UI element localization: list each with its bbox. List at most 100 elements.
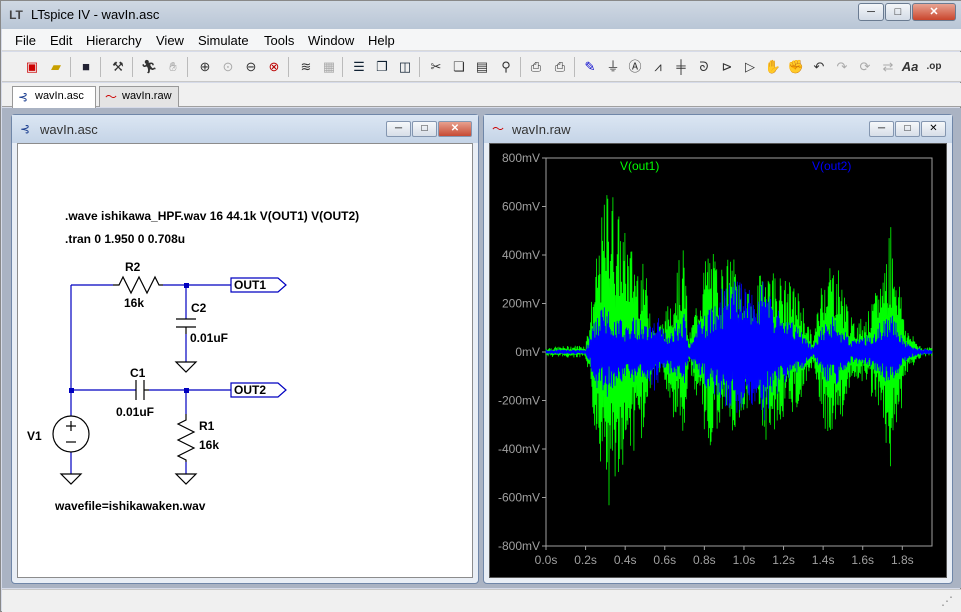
autorange-icon[interactable]: ≋	[296, 57, 316, 77]
spice-directive-icon[interactable]: .op	[924, 57, 944, 77]
zoom-out-icon[interactable]: ⊖	[241, 57, 261, 77]
waveform-titlebar[interactable]: 〜 wavIn.raw ─ □ ✕	[484, 115, 952, 143]
minimize-button[interactable]: ─	[869, 121, 894, 137]
run-icon[interactable]: 🏃︎	[139, 57, 159, 77]
tab-label: wavIn.raw	[122, 90, 172, 102]
label-net-icon[interactable]: Ⓐ	[625, 57, 645, 77]
y-tick-label: 0mV	[515, 345, 540, 359]
cut-icon[interactable]: ✂	[426, 57, 446, 77]
print-setup-icon[interactable]: ⎙	[526, 57, 546, 77]
y-tick-label: -400mV	[498, 442, 540, 456]
junction-dot	[184, 283, 189, 288]
control-panel-icon[interactable]: ⚒	[108, 57, 128, 77]
rotate-icon[interactable]: ⟳	[855, 57, 875, 77]
menu-edit[interactable]: Edit	[50, 33, 72, 48]
net-label-out2: OUT2	[234, 383, 266, 397]
x-tick-label: 1.6s	[851, 553, 874, 567]
close-button[interactable]: ✕	[438, 121, 472, 137]
schematic-titlebar[interactable]: ⊰ wavIn.asc ─ □ ✕	[12, 115, 478, 143]
maximize-button[interactable]: □	[412, 121, 437, 137]
y-tick-label: -800mV	[498, 539, 540, 553]
x-tick-label: 0.4s	[614, 553, 637, 567]
waveform-plot-pane[interactable]: 800mV 600mV 400mV 200mV 0mV -200mV -400mV -600m…	[489, 143, 947, 578]
resistor-r2-symbol	[113, 275, 163, 295]
y-tick-label: 600mV	[502, 200, 540, 214]
ground-symbol	[174, 361, 198, 373]
mirror-icon[interactable]: ⇄	[878, 57, 898, 77]
undo-icon[interactable]: ↶	[809, 57, 829, 77]
copy-icon[interactable]: ❏	[449, 57, 469, 77]
menu-window[interactable]: Window	[308, 33, 354, 48]
legend-entry: V(out2)	[812, 159, 851, 173]
tile-horizontal-icon[interactable]: ☰	[349, 57, 369, 77]
tab-schematic[interactable]: ⊰ wavIn.asc	[12, 86, 96, 108]
schematic-icon: ⊰	[20, 122, 31, 136]
menu-simulate[interactable]: Simulate	[198, 33, 249, 48]
menu-file[interactable]: File	[15, 33, 36, 48]
resistor-icon[interactable]: ⩘	[648, 57, 668, 77]
maximize-button[interactable]: □	[885, 3, 911, 21]
close-button[interactable]: ✕	[921, 121, 946, 137]
grid-icon[interactable]: ▦	[319, 57, 339, 77]
net-label-out1: OUT1	[234, 278, 266, 292]
schematic-icon: ⊰	[18, 90, 29, 104]
ground-icon[interactable]: ⏚	[603, 57, 623, 77]
draw-wire-icon[interactable]: ✎	[580, 57, 600, 77]
v1-name: V1	[27, 429, 42, 443]
resistor-r1-symbol	[176, 414, 196, 462]
move-icon[interactable]: ✋	[763, 57, 783, 77]
resize-grip-icon: ⋰	[941, 594, 953, 608]
close-button[interactable]: ✕	[912, 3, 956, 21]
maximize-button[interactable]: □	[895, 121, 920, 137]
inductor-icon[interactable]: ᘐ	[694, 57, 714, 77]
menu-help[interactable]: Help	[368, 33, 395, 48]
menu-hierarchy[interactable]: Hierarchy	[86, 33, 142, 48]
paste-icon[interactable]: ▤	[472, 57, 492, 77]
x-tick-label: 1.4s	[812, 553, 835, 567]
print-icon[interactable]: ⎙	[550, 57, 570, 77]
window-title: LTspice IV - wavIn.asc	[31, 7, 160, 22]
waveform-window: 〜 wavIn.raw ─ □ ✕ 800mV 600mV 400mV 200mV 0m…	[483, 114, 953, 584]
c2-value: 0.01uF	[190, 331, 228, 345]
halt-icon[interactable]: ✋︎	[163, 57, 183, 77]
redo-icon[interactable]: ↷	[832, 57, 852, 77]
waveform-icon: 〜	[105, 90, 118, 104]
x-tick-label: 0.8s	[693, 553, 716, 567]
schematic-window: ⊰ wavIn.asc ─ □ ✕ .wave ishikawa_HPF.wav…	[11, 114, 479, 584]
minimize-button[interactable]: ─	[386, 121, 411, 137]
waveform-plot[interactable]: 800mV 600mV 400mV 200mV 0mV -200mV -400mV -600m…	[490, 144, 948, 574]
component-icon[interactable]: ▷	[740, 57, 760, 77]
spice-directive-wave[interactable]: .wave ishikawa_HPF.wav 16 44.1k V(OUT1) …	[65, 209, 359, 223]
menu-tools[interactable]: Tools	[264, 33, 294, 48]
diode-icon[interactable]: ⊳	[717, 57, 737, 77]
r1-name: R1	[199, 419, 215, 433]
c2-name: C2	[191, 301, 207, 315]
menu-bar: File Edit Hierarchy View Simulate Tools …	[2, 29, 961, 51]
text-icon[interactable]: Aa	[900, 57, 920, 77]
tile-vertical-icon[interactable]: ◫	[395, 57, 415, 77]
save-icon[interactable]: ■	[76, 57, 96, 77]
document-tabs: ⊰ wavIn.asc 〜 wavIn.raw	[2, 83, 961, 108]
zoom-in-icon[interactable]: ⊕	[195, 57, 215, 77]
mdi-area: ⊰ wavIn.asc ─ □ ✕ .wave ishikawa_HPF.wav…	[2, 108, 961, 588]
schematic-canvas[interactable]: .wave ishikawa_HPF.wav 16 44.1k V(OUT1) …	[17, 143, 473, 578]
ltspice-window: LT LTspice IV - wavIn.asc ─ □ ✕ File Edi…	[0, 0, 961, 612]
find-icon[interactable]: ⚲	[496, 57, 516, 77]
new-schematic-icon[interactable]: ▣	[22, 57, 42, 77]
menu-view[interactable]: View	[156, 33, 184, 48]
capacitor-icon[interactable]: ╪	[671, 57, 691, 77]
zoom-fit-icon[interactable]: ⊗	[264, 57, 284, 77]
status-bar: ⋰	[2, 589, 961, 612]
r1-value: 16k	[199, 438, 219, 452]
open-icon[interactable]: ▰	[46, 57, 66, 77]
pan-icon[interactable]: ⊙	[218, 57, 238, 77]
tab-label: wavIn.asc	[35, 90, 84, 102]
title-bar[interactable]: LT LTspice IV - wavIn.asc ─ □ ✕	[1, 1, 961, 29]
drag-icon[interactable]: ✊	[786, 57, 806, 77]
x-tick-label: 0.6s	[653, 553, 676, 567]
tab-waveform[interactable]: 〜 wavIn.raw	[99, 86, 179, 107]
cascade-icon[interactable]: ❐	[372, 57, 392, 77]
y-tick-label: 800mV	[502, 151, 540, 165]
minimize-button[interactable]: ─	[858, 3, 884, 21]
spice-directive-tran[interactable]: .tran 0 1.950 0 0.708u	[65, 232, 185, 246]
